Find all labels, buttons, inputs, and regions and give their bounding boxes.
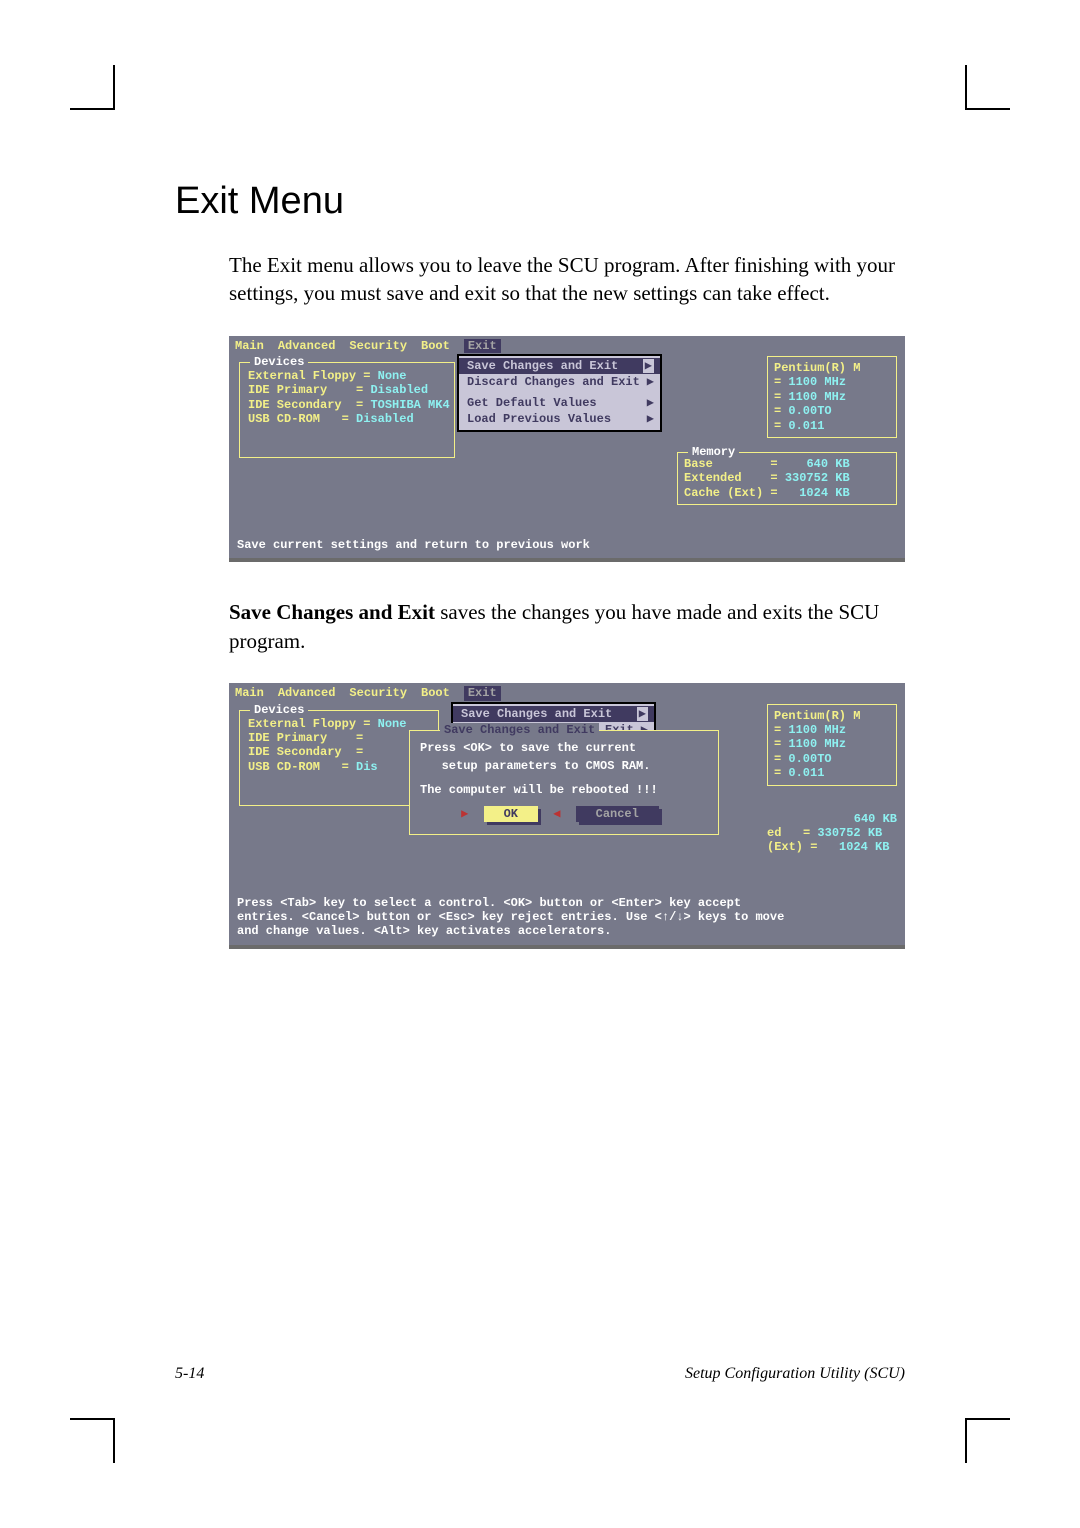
sysinfo-row: = 0.011 <box>774 766 890 780</box>
menu-exit[interactable]: Exit <box>464 686 501 700</box>
menu-advanced[interactable]: Advanced <box>278 686 336 700</box>
cpu-label: Pentium(R) M <box>774 709 890 723</box>
cpu-label: Pentium(R) M <box>774 361 890 375</box>
sysinfo-row: = 0.00TO <box>774 752 890 766</box>
arrow-left-icon: ▶ <box>461 807 468 821</box>
memory-row: 640 KB <box>767 812 897 826</box>
ok-button[interactable]: OK <box>484 806 538 822</box>
device-row: IDE Secondary = TOSHIBA MK4 <box>248 398 446 412</box>
device-row: External Floppy = None <box>248 717 430 731</box>
bios-menubar: Main Advanced Security Boot Exit <box>229 336 905 354</box>
footer-title: Setup Configuration Utility (SCU) <box>685 1365 905 1383</box>
arrow-right-icon: ◀ <box>553 807 560 821</box>
menu-security[interactable]: Security <box>349 339 407 353</box>
menu-boot[interactable]: Boot <box>421 686 450 700</box>
sysinfo-row: = 1100 MHz <box>774 723 890 737</box>
memory-row: Extended = 330752 KB <box>684 471 890 485</box>
arrow-icon: ▶ <box>643 359 654 373</box>
menu-main[interactable]: Main <box>235 686 264 700</box>
exit-save-changes[interactable]: Save Changes and Exit▶ <box>453 706 654 722</box>
arrow-icon: ▶ <box>637 707 648 721</box>
intro-paragraph: The Exit menu allows you to leave the SC… <box>229 251 905 308</box>
devices-legend: Devices <box>250 355 308 369</box>
sysinfo-row: = 0.011 <box>774 419 890 433</box>
device-row: IDE Primary = Disabled <box>248 383 446 397</box>
memory-legend: Memory <box>688 445 739 459</box>
exit-load-previous[interactable]: Load Previous Values▶ <box>459 411 660 427</box>
memory-row: ed = 330752 KB <box>767 826 897 840</box>
sysinfo-row: = 1100 MHz <box>774 737 890 751</box>
menu-boot[interactable]: Boot <box>421 339 450 353</box>
sysinfo-row: = 0.00TO <box>774 404 890 418</box>
dialog-text: Press <OK> to save the current <box>420 741 708 755</box>
arrow-icon: ▶ <box>647 396 654 410</box>
exit-get-defaults[interactable]: Get Default Values▶ <box>459 395 660 411</box>
save-confirm-dialog: Save Changes and Exit Press <OK> to save… <box>409 730 719 836</box>
menu-advanced[interactable]: Advanced <box>278 339 336 353</box>
page-title: Exit Menu <box>175 180 905 223</box>
exit-dropdown: Save Changes and Exit▶ Discard Changes a… <box>457 354 662 432</box>
device-row: USB CD-ROM = Dis <box>248 760 430 774</box>
bios-screenshot-1: Main Advanced Security Boot Exit Devices… <box>229 336 905 559</box>
bios-helpbar: Save current settings and return to prev… <box>229 534 905 558</box>
sysinfo-row: = 1100 MHz <box>774 375 890 389</box>
device-row: IDE Primary = <box>248 731 430 745</box>
device-row: External Floppy = None <box>248 369 446 383</box>
device-row: USB CD-ROM = Disabled <box>248 412 446 426</box>
device-row: IDE Secondary = <box>248 745 430 759</box>
bios-screenshot-2: Main Advanced Security Boot Exit Devices… <box>229 683 905 945</box>
sysinfo-row: = 1100 MHz <box>774 390 890 404</box>
memory-row: Cache (Ext) = 1024 KB <box>684 486 890 500</box>
exit-discard-changes[interactable]: Discard Changes and Exit▶ <box>459 374 660 390</box>
cancel-button[interactable]: Cancel <box>576 806 659 822</box>
arrow-icon: ▶ <box>647 375 654 389</box>
page-number: 5-14 <box>175 1365 204 1383</box>
arrow-icon: ▶ <box>647 412 654 426</box>
devices-legend: Devices <box>250 703 308 717</box>
dialog-title: Save Changes and Exit <box>440 723 599 737</box>
bios-menubar: Main Advanced Security Boot Exit <box>229 683 905 701</box>
menu-exit[interactable]: Exit <box>464 339 501 353</box>
dialog-text: setup parameters to CMOS RAM. <box>420 759 708 773</box>
menu-main[interactable]: Main <box>235 339 264 353</box>
memory-row: (Ext) = 1024 KB <box>767 840 897 854</box>
dialog-text: The computer will be rebooted !!! <box>420 783 708 797</box>
bios-helpbar: Press <Tab> key to select a control. <OK… <box>229 892 905 945</box>
exit-save-changes[interactable]: Save Changes and Exit▶ <box>459 358 660 374</box>
menu-security[interactable]: Security <box>349 686 407 700</box>
save-exit-paragraph: Save Changes and Exit saves the changes … <box>229 598 905 655</box>
